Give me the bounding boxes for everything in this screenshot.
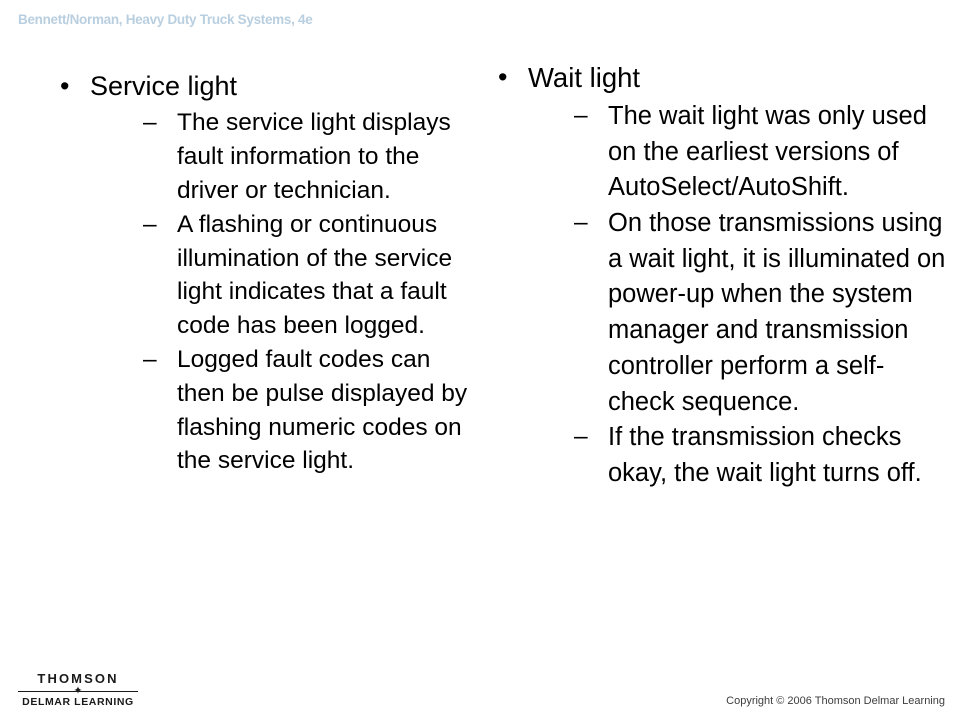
slide-header: Bennett/Norman, Heavy Duty Truck Systems… [0, 0, 959, 44]
sub-bullet-list-right: – The wait light was only used on the ea… [566, 99, 948, 492]
logo-wordmark-bottom: DELMAR LEARNING [22, 696, 134, 708]
bullet-service-light: • Service light – The service light disp… [40, 70, 480, 478]
dash-marker-icon: – [143, 345, 157, 373]
dash-marker-icon: – [574, 209, 588, 237]
thomson-delmar-learning-logo: THOMSON ✦ DELMAR LEARNING [18, 672, 138, 708]
content-column-right: • Wait light – The wait light was only u… [478, 44, 948, 492]
sub-bullet-right-3-text: If the transmission checks okay, the wai… [608, 423, 922, 487]
sub-bullet-right-2: – On those transmissions using a wait li… [566, 206, 948, 420]
bullet-list-left: • Service light – The service light disp… [40, 44, 480, 478]
dash-marker-icon: – [143, 109, 157, 137]
bullet-list-right: • Wait light – The wait light was only u… [478, 44, 948, 492]
dash-marker-icon: – [574, 102, 588, 129]
bullet-heading-left: Service light [90, 71, 238, 101]
copyright-notice: Copyright © 2006 Thomson Delmar Learning [726, 695, 945, 707]
sub-bullet-left-3-text: Logged fault codes can then be pulse dis… [177, 345, 468, 475]
star-icon: ✦ [73, 685, 83, 697]
sub-bullet-left-1-text: The service light displays fault informa… [177, 109, 451, 204]
dash-marker-icon: – [574, 423, 588, 451]
content-column-left: • Service light – The service light disp… [40, 44, 480, 478]
sub-bullet-right-1: – The wait light was only used on the ea… [566, 99, 948, 206]
logo-divider-rule: ✦ [18, 685, 138, 697]
slide-footer: THOMSON ✦ DELMAR LEARNING Copyright © 20… [0, 654, 959, 719]
sub-bullet-left-2-text: A flashing or continuous illumination of… [177, 210, 453, 340]
bullet-wait-light: • Wait light – The wait light was only u… [478, 61, 948, 492]
sub-bullet-left-1: – The service light displays fault infor… [135, 106, 480, 207]
sub-bullet-left-2: – A flashing or continuous illumination … [135, 208, 480, 343]
dash-marker-icon: – [143, 210, 157, 238]
bullet-marker-icon: • [60, 71, 70, 101]
sub-bullet-list-left: – The service light displays fault infor… [135, 106, 480, 478]
sub-bullet-right-3: – If the transmission checks okay, the w… [566, 420, 948, 491]
header-title: Bennett/Norman, Heavy Duty Truck Systems… [18, 12, 313, 27]
sub-bullet-right-1-text: The wait light was only used on the earl… [608, 102, 927, 202]
sub-bullet-right-2-text: On those transmissions using a wait ligh… [608, 209, 946, 416]
slide-content: • Service light – The service light disp… [0, 44, 959, 654]
bullet-marker-icon: • [498, 62, 508, 92]
sub-bullet-left-3: – Logged fault codes can then be pulse d… [135, 343, 480, 478]
logo-wordmark-top: THOMSON [37, 671, 119, 686]
bullet-heading-right: Wait light [528, 62, 641, 93]
